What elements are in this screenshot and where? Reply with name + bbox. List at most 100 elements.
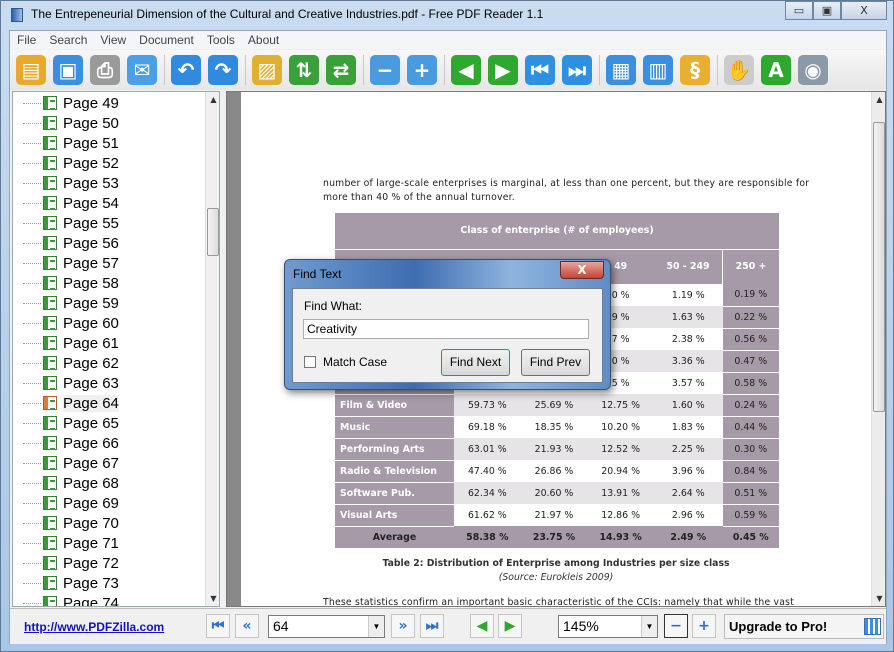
page-icon	[43, 216, 57, 230]
page-list-item[interactable]: Page 66	[13, 433, 119, 453]
next-page-button[interactable]: ▶	[488, 55, 518, 85]
snapshot-button[interactable]: ◉	[798, 55, 828, 85]
scroll-down-arrow[interactable]: ▼	[872, 594, 885, 603]
zoom-in-button[interactable]: +	[692, 614, 716, 638]
match-case-label: Match Case	[323, 355, 388, 369]
page-list-item[interactable]: Page 65	[13, 413, 119, 433]
page-list-item[interactable]: Page 67	[13, 453, 119, 473]
menu-about[interactable]: About	[241, 31, 285, 49]
page-list-item[interactable]: Page 70	[13, 513, 119, 533]
table-cell: 0.47 %	[722, 350, 779, 373]
redo-button[interactable]: ↷	[208, 55, 238, 85]
page-list-item[interactable]: Page 64	[13, 393, 119, 413]
sidebar-scrollbar[interactable]: ▲ ▼	[205, 92, 219, 606]
last-page-button[interactable]: ⏭	[562, 55, 592, 85]
back-button[interactable]: ◀	[470, 614, 494, 638]
page-list-item[interactable]: Page 73	[13, 573, 119, 593]
rotate-up-button[interactable]: ⇅	[289, 55, 319, 85]
find-what-input[interactable]	[303, 319, 589, 339]
zoom-out-icon: −	[376, 58, 394, 82]
page-list-item[interactable]: Page 59	[13, 293, 119, 313]
page-list-item[interactable]: Page 51	[13, 133, 119, 153]
find-next-button[interactable]: Find Next	[441, 349, 510, 376]
close-button[interactable]: X	[841, 1, 887, 20]
menu-search[interactable]: Search	[42, 31, 93, 49]
text-select-button[interactable]: A	[761, 55, 791, 85]
page-list-item[interactable]: Page 49	[13, 93, 119, 113]
undo-button[interactable]: ↶	[171, 55, 201, 85]
table-cell: 0.59 %	[722, 504, 779, 527]
table-cell: 21.93 %	[520, 438, 588, 460]
page-list-item[interactable]: Page 57	[13, 253, 119, 273]
page-list-item[interactable]: Page 58	[13, 273, 119, 293]
menu-file[interactable]: File	[10, 31, 42, 49]
tree-line	[23, 382, 41, 384]
scroll-up-arrow[interactable]: ▲	[872, 95, 885, 104]
scroll-thumb[interactable]	[873, 122, 885, 412]
menu-view[interactable]: View	[93, 31, 132, 49]
page-label: Page 50	[63, 114, 119, 132]
table-cell: 62.34 %	[454, 482, 521, 504]
page-list-item[interactable]: Page 69	[13, 493, 119, 513]
forward-button[interactable]: ▶	[498, 614, 522, 638]
navigation-bar: http://www.PDFZilla.com ⏮ « 64 ▼ » ⏭ ◀ ▶ …	[10, 608, 886, 644]
zoom-out-button[interactable]: −	[370, 55, 400, 85]
dialog-close-button[interactable]: X	[560, 261, 604, 279]
page-list-item[interactable]: Page 71	[13, 533, 119, 553]
page-list-item[interactable]: Page 61	[13, 333, 119, 353]
upgrade-button[interactable]: Upgrade to Pro!	[724, 614, 884, 639]
page-number-combo[interactable]: 64 ▼	[268, 615, 385, 638]
page-list-item[interactable]: Page 62	[13, 353, 119, 373]
website-link[interactable]: http://www.PDFZilla.com	[24, 620, 164, 634]
page-list-item[interactable]: Page 50	[13, 113, 119, 133]
email-button[interactable]: ✉	[127, 55, 157, 85]
previous-page-button[interactable]: ◀	[451, 55, 481, 85]
page-list-item[interactable]: Page 68	[13, 473, 119, 493]
print-button[interactable]: ⎙	[90, 55, 120, 85]
scroll-button[interactable]: §	[680, 55, 710, 85]
hand-tool-button[interactable]: ✋	[724, 55, 754, 85]
page-icon	[43, 596, 57, 606]
page-list-item[interactable]: Page 55	[13, 213, 119, 233]
page-list-item[interactable]: Page 52	[13, 153, 119, 173]
open-button[interactable]: ▤	[16, 55, 46, 85]
last-page-button[interactable]: ⏭	[420, 614, 444, 638]
minimize-button[interactable]: ▭	[785, 1, 813, 20]
scroll-down-arrow[interactable]: ▼	[206, 594, 219, 603]
match-case-checkbox[interactable]	[304, 356, 316, 368]
first-page-button[interactable]: ⏮	[206, 614, 230, 638]
toolbar-separator	[164, 55, 165, 85]
zoom-out-button[interactable]: −	[664, 614, 688, 638]
page-list-item[interactable]: Page 60	[13, 313, 119, 333]
maximize-button[interactable]: ▣	[813, 1, 841, 20]
scroll-thumb[interactable]	[207, 208, 219, 256]
multi-page-button[interactable]: ▥	[643, 55, 673, 85]
menu-document[interactable]: Document	[132, 31, 200, 49]
first-page-button[interactable]: ⏮	[525, 55, 555, 85]
chevron-down-icon[interactable]: ▼	[641, 616, 657, 637]
page-list-item[interactable]: Page 72	[13, 553, 119, 573]
next-page-button[interactable]: »	[391, 614, 415, 638]
single-page-button[interactable]: ▦	[606, 55, 636, 85]
chevron-down-icon[interactable]: ▼	[368, 616, 384, 637]
table-cell: Music	[335, 416, 454, 439]
zoom-in-button[interactable]: +	[407, 55, 437, 85]
scroll-up-arrow[interactable]: ▲	[206, 95, 219, 104]
rotate-button[interactable]: ⇄	[326, 55, 356, 85]
find-prev-button[interactable]: Find Prev	[521, 349, 590, 376]
previous-page-button[interactable]: «	[235, 614, 259, 638]
page-list-item[interactable]: Page 56	[13, 233, 119, 253]
single-page-icon: ▦	[611, 58, 631, 82]
page-list-item[interactable]: Page 54	[13, 193, 119, 213]
page-list-item[interactable]: Page 63	[13, 373, 119, 393]
save-button[interactable]: ▣	[53, 55, 83, 85]
document-scrollbar[interactable]: ▲ ▼	[871, 92, 885, 606]
table-cell: 59.73 %	[454, 394, 521, 416]
table-cell: 0.30 %	[722, 438, 779, 461]
image-button[interactable]: ▨	[252, 55, 282, 85]
page-list-item[interactable]: Page 53	[13, 173, 119, 193]
page-list-item[interactable]: Page 74	[13, 593, 119, 606]
scroll-icon: §	[690, 58, 700, 82]
zoom-combo[interactable]: 145% ▼	[558, 615, 658, 638]
menu-tools[interactable]: Tools	[200, 31, 241, 49]
